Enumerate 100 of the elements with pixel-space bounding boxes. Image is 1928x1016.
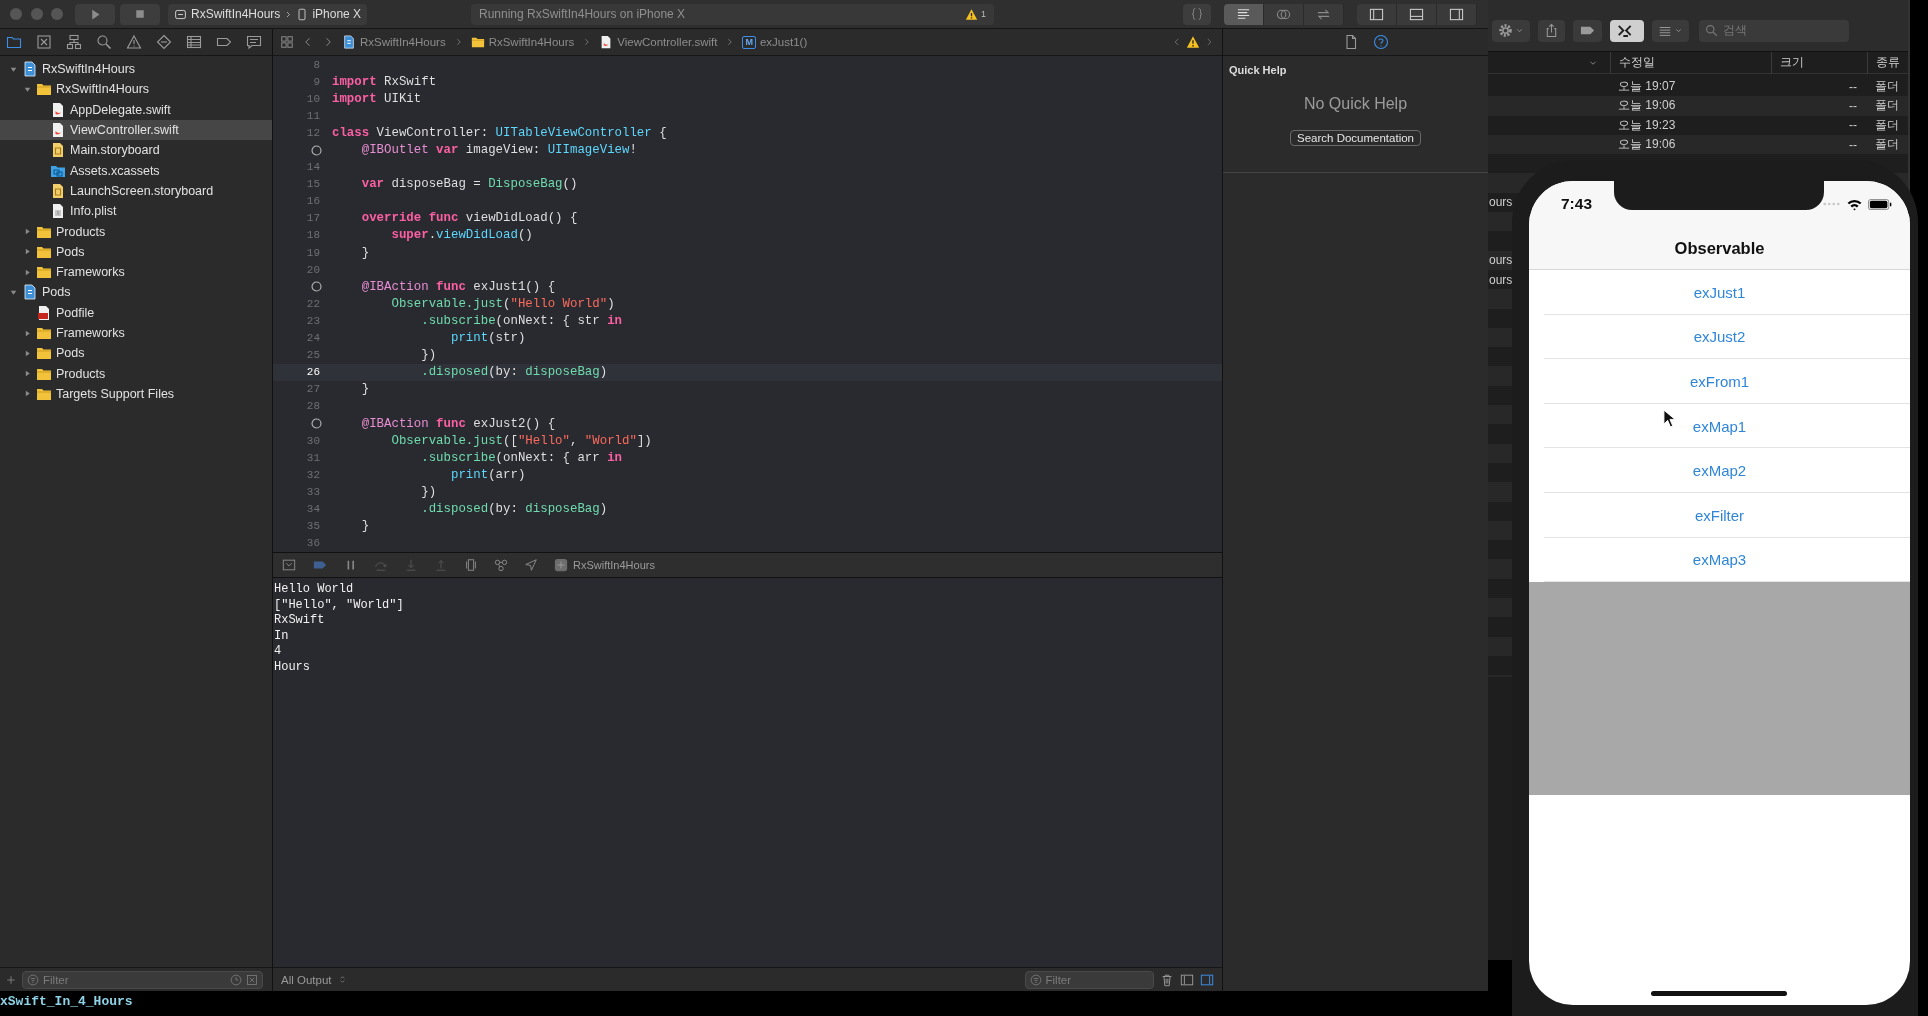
code-line: } <box>360 245 370 260</box>
table-icon[interactable] <box>186 34 202 50</box>
console-line: RxSwift <box>274 613 326 629</box>
folder-icon[interactable] <box>6 34 22 50</box>
line-number: 9 <box>313 75 320 88</box>
square-cross-icon[interactable] <box>246 973 258 986</box>
console-toggle-icon[interactable] <box>282 558 296 572</box>
line-number: 35 <box>306 520 320 533</box>
breadcrumb-item[interactable]: ViewController.swift <box>599 35 718 49</box>
file-tree-item[interactable]: Targets Support Files <box>0 383 272 405</box>
table-row[interactable]: exMap2 <box>1529 448 1910 493</box>
right-panel-icon[interactable] <box>1200 972 1214 987</box>
console-line: 4 <box>274 644 283 660</box>
project-icon <box>342 35 356 49</box>
date-cell-text: 오늘 19:23 <box>1617 116 1677 134</box>
column-header[interactable]: 종류 <box>1867 52 1908 73</box>
file-tree-item[interactable]: Pods <box>0 241 272 262</box>
tag-button[interactable] <box>1573 19 1602 42</box>
folder-icon <box>470 35 485 49</box>
table-row[interactable]: exJust2 <box>1529 314 1910 360</box>
line-number: 32 <box>306 468 320 481</box>
add-icon[interactable] <box>5 973 17 986</box>
warning-icon[interactable] <box>965 7 978 21</box>
scheme-selector[interactable]: RxSwiftIn4Hours iPhone X <box>168 3 367 25</box>
view-options-button[interactable] <box>1652 19 1689 42</box>
device-name[interactable]: iPhone X <box>312 7 362 21</box>
code-line: import UIKit <box>332 91 422 106</box>
size-cell-text: -- <box>1848 117 1858 135</box>
output-scope-menu[interactable]: All Output <box>281 973 332 986</box>
disclosure-icon[interactable] <box>23 328 32 338</box>
code-line: @IBOutlet var imageView: UIImageView! <box>360 143 637 157</box>
status-time: 7:43 <box>1561 195 1594 213</box>
file-tree-item[interactable]: Main.storyboard <box>0 140 272 161</box>
table-row[interactable]: exMap1 <box>1529 403 1910 449</box>
column-header[interactable]: 크기 <box>1771 52 1867 73</box>
file-tree-item[interactable]: Frameworks <box>0 322 272 344</box>
line-number: 34 <box>306 503 320 515</box>
warning-icon[interactable] <box>1186 35 1200 49</box>
terminal-button[interactable] <box>1610 19 1644 42</box>
breadcrumb-item[interactable]: RxSwiftIn4Hours <box>342 35 446 49</box>
line-number: 36 <box>306 537 320 550</box>
view-hierarchy-icon[interactable] <box>464 558 478 572</box>
file-tree-item[interactable]: Products <box>0 221 272 242</box>
line-number: 28 <box>306 400 320 413</box>
table-row[interactable]: exFilter <box>1529 492 1910 538</box>
grid-icon[interactable] <box>280 35 294 49</box>
search-documentation-button[interactable]: Search Documentation <box>1290 130 1421 146</box>
line-number: 33 <box>306 485 320 498</box>
file-tree-item[interactable]: AppDelegate.swift <box>0 99 272 120</box>
warning-icon[interactable] <box>126 34 142 50</box>
hierarchy-icon[interactable] <box>66 34 82 50</box>
outlet-connection-icon[interactable] <box>310 280 323 294</box>
diamond-icon[interactable] <box>156 34 172 50</box>
file-tree-item[interactable]: LaunchScreen.storyboard <box>0 180 272 202</box>
outlet-connection-icon[interactable] <box>310 143 323 157</box>
disclosure-icon[interactable] <box>23 348 32 358</box>
file-tree-item[interactable]: RxSwiftIn4Hours <box>0 59 272 80</box>
location-icon[interactable] <box>524 558 538 572</box>
library-button[interactable] <box>1183 3 1211 25</box>
breadcrumb-item[interactable]: M exJust1() <box>742 35 808 49</box>
trash-icon[interactable] <box>1160 972 1174 987</box>
scheme-name[interactable]: RxSwiftIn4Hours <box>191 7 281 21</box>
speech-bubble-icon[interactable] <box>246 34 262 50</box>
standard-editor-button[interactable] <box>1224 3 1264 25</box>
disclosure-icon[interactable] <box>23 369 32 379</box>
help-icon[interactable] <box>1372 34 1389 50</box>
file-tree-item[interactable]: ViewController.swift <box>0 119 272 141</box>
stop-button[interactable] <box>120 3 160 25</box>
process-name[interactable]: RxSwiftIn4Hours <box>573 559 655 571</box>
run-button[interactable] <box>75 3 115 25</box>
file-tree-item[interactable]: Products <box>0 363 272 384</box>
disclosure-icon[interactable] <box>23 227 32 236</box>
line-number: 10 <box>306 92 320 105</box>
column-header[interactable]: 수정일 <box>1610 52 1771 73</box>
search-icon[interactable] <box>96 34 112 50</box>
table-row[interactable]: exFrom1 <box>1529 359 1910 404</box>
disclosure-icon[interactable] <box>23 247 32 257</box>
breadcrumb-item[interactable]: RxSwiftIn4Hours <box>470 35 575 49</box>
table-row[interactable]: exJust1 <box>1529 270 1910 315</box>
file-tree-item[interactable]: Info.plist <box>0 201 272 222</box>
disclosure-icon[interactable] <box>23 267 32 277</box>
file-tree-item[interactable]: RxSwiftIn4Hours <box>0 79 272 100</box>
line-number: 19 <box>306 246 320 259</box>
file-tree-item[interactable]: Frameworks <box>0 261 272 283</box>
project-icon <box>22 284 38 301</box>
share-button[interactable] <box>1538 19 1565 42</box>
file-tree-item[interactable]: Pods <box>0 282 272 303</box>
action-menu-button[interactable] <box>1492 19 1530 42</box>
graph-icon[interactable] <box>494 558 508 572</box>
file-tree-item[interactable]: Podfile <box>0 302 272 323</box>
file-tree-item[interactable]: Assets.xcassets <box>0 160 272 181</box>
outlet-connection-icon[interactable] <box>310 417 323 430</box>
pointer-icon <box>1663 409 1676 428</box>
square-cross-icon[interactable] <box>36 34 52 50</box>
app-icon <box>174 7 187 21</box>
bottom-panel-icon <box>1409 6 1424 22</box>
disclosure-icon[interactable] <box>23 389 32 399</box>
file-tree-item[interactable]: Pods <box>0 343 272 364</box>
table-row[interactable]: exMap3 <box>1529 537 1910 583</box>
left-panel-icon[interactable] <box>1180 972 1194 987</box>
